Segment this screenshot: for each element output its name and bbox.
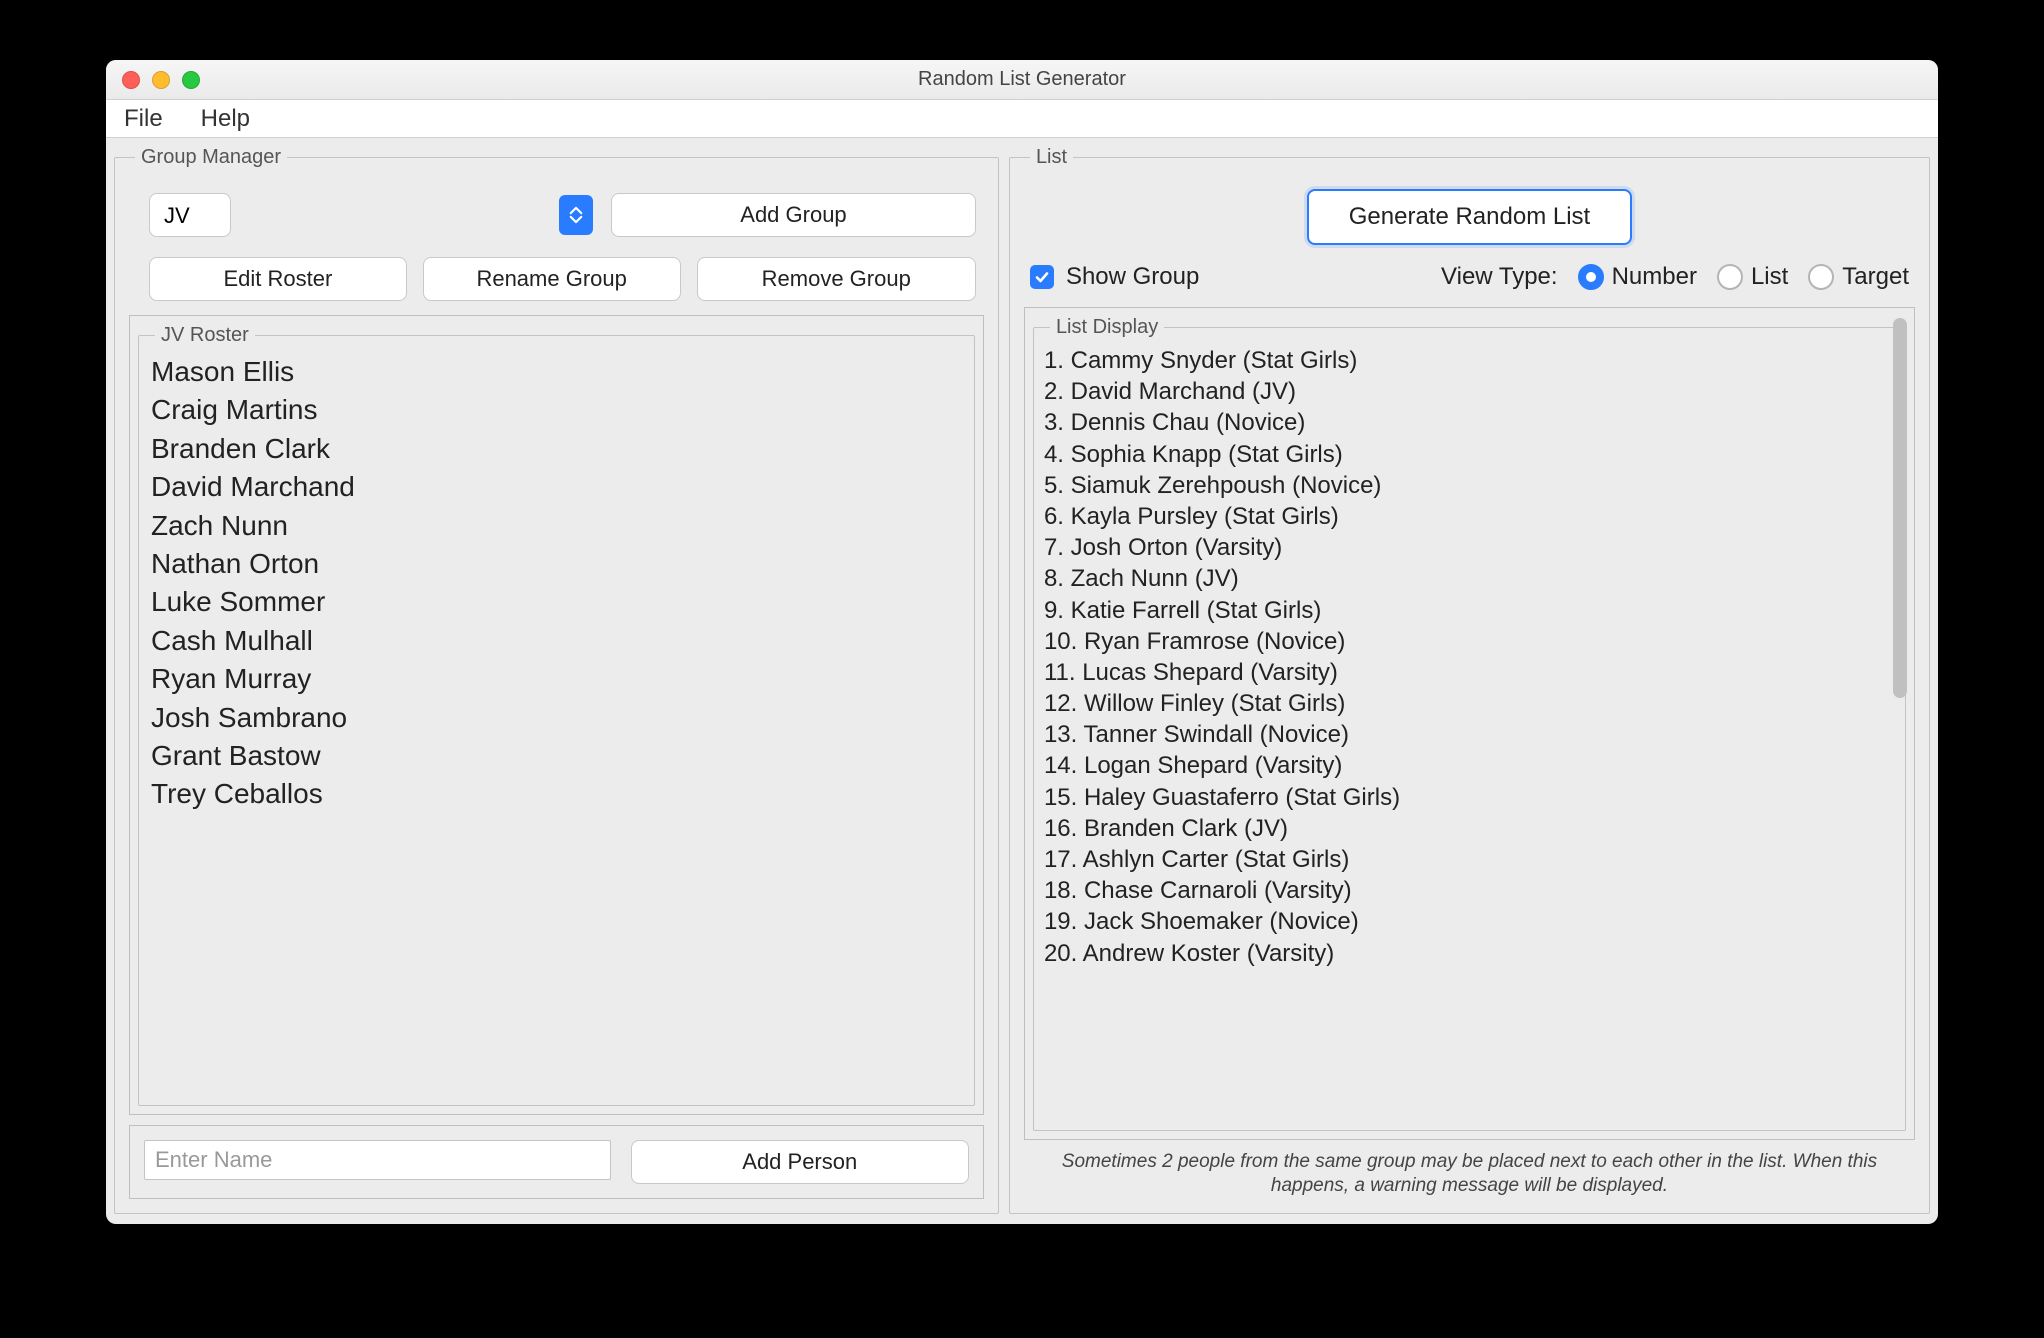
list-item: 1. Cammy Snyder (Stat Girls) [1044, 345, 1895, 376]
list-item: 17. Ashlyn Carter (Stat Girls) [1044, 844, 1895, 875]
add-group-button[interactable]: Add Group [611, 193, 976, 237]
view-type-target-label: Target [1842, 263, 1909, 291]
add-person-button[interactable]: Add Person [631, 1140, 969, 1184]
group-manager-legend: Group Manager [135, 146, 287, 169]
list-item: 3. Dennis Chau (Novice) [1044, 407, 1895, 438]
list-item: 18. Chase Carnaroli (Varsity) [1044, 875, 1895, 906]
generate-button[interactable]: Generate Random List [1307, 189, 1632, 245]
show-group-checkbox[interactable] [1030, 265, 1054, 289]
list-item: 4. Sophia Knapp (Stat Girls) [1044, 439, 1895, 470]
window-title: Random List Generator [106, 68, 1938, 91]
view-type-number[interactable]: Number [1578, 263, 1697, 291]
app-window: Random List Generator File Help Group Ma… [106, 60, 1938, 1224]
roster-item[interactable]: Zach Nunn [151, 507, 962, 545]
show-group-label: Show Group [1066, 263, 1199, 291]
titlebar: Random List Generator [106, 60, 1938, 100]
roster-item[interactable]: Grant Bastow [151, 737, 962, 775]
name-input[interactable] [144, 1140, 611, 1180]
options-row: Show Group View Type: Number List Target [1024, 263, 1915, 291]
close-icon[interactable] [122, 71, 140, 89]
content: Group Manager JV Add Group Edit Roster R… [106, 138, 1938, 1224]
list-item: 10. Ryan Framrose (Novice) [1044, 626, 1895, 657]
scrollbar-thumb[interactable] [1893, 318, 1907, 698]
view-type-target[interactable]: Target [1808, 263, 1909, 291]
roster-item[interactable]: Craig Martins [151, 391, 962, 429]
radio-icon [1578, 264, 1604, 290]
menu-help[interactable]: Help [193, 101, 258, 137]
list-item: 14. Logan Shepard (Varsity) [1044, 750, 1895, 781]
list-item: 15. Haley Guastaferro (Stat Girls) [1044, 782, 1895, 813]
radio-icon [1808, 264, 1834, 290]
roster-fieldset: JV Roster Mason EllisCraig MartinsBrande… [138, 324, 975, 1106]
roster-item[interactable]: David Marchand [151, 468, 962, 506]
list-item: 13. Tanner Swindall (Novice) [1044, 719, 1895, 750]
list-item: 9. Katie Farrell (Stat Girls) [1044, 595, 1895, 626]
footnote: Sometimes 2 people from the same group m… [1024, 1150, 1915, 1199]
view-type-list[interactable]: List [1717, 263, 1788, 291]
radio-icon [1717, 264, 1743, 290]
menu-file[interactable]: File [116, 101, 171, 137]
zoom-icon[interactable] [182, 71, 200, 89]
list-item: 11. Lucas Shepard (Varsity) [1044, 657, 1895, 688]
roster-item[interactable]: Nathan Orton [151, 545, 962, 583]
roster-item[interactable]: Josh Sambrano [151, 699, 962, 737]
group-select[interactable]: JV [149, 193, 231, 237]
remove-group-button[interactable]: Remove Group [697, 257, 976, 301]
list-item: 19. Jack Shoemaker (Novice) [1044, 906, 1895, 937]
menubar: File Help [106, 100, 1938, 138]
roster-container: JV Roster Mason EllisCraig MartinsBrande… [129, 315, 984, 1115]
scrollbar[interactable] [1890, 318, 1910, 1129]
list-display-container: List Display 1. Cammy Snyder (Stat Girls… [1024, 307, 1915, 1140]
list-item: 6. Kayla Pursley (Stat Girls) [1044, 501, 1895, 532]
list-item: 16. Branden Clark (JV) [1044, 813, 1895, 844]
list-item: 20. Andrew Koster (Varsity) [1044, 938, 1895, 969]
roster-item[interactable]: Ryan Murray [151, 660, 962, 698]
list-item: 8. Zach Nunn (JV) [1044, 563, 1895, 594]
edit-roster-button[interactable]: Edit Roster [149, 257, 407, 301]
roster-item[interactable]: Branden Clark [151, 430, 962, 468]
list-item: 2. David Marchand (JV) [1044, 376, 1895, 407]
roster-item[interactable]: Mason Ellis [151, 353, 962, 391]
view-type-list-label: List [1751, 263, 1788, 291]
roster-item[interactable]: Cash Mulhall [151, 622, 962, 660]
roster-item[interactable]: Trey Ceballos [151, 775, 962, 813]
roster-list: Mason EllisCraig MartinsBranden ClarkDav… [151, 353, 962, 814]
chevron-up-down-icon [559, 195, 593, 235]
add-person-row: Add Person [129, 1125, 984, 1199]
list-item: 12. Willow Finley (Stat Girls) [1044, 688, 1895, 719]
view-type-label: View Type: [1441, 263, 1558, 291]
rename-group-button[interactable]: Rename Group [423, 257, 681, 301]
list-panel-legend: List [1030, 146, 1073, 169]
minimize-icon[interactable] [152, 71, 170, 89]
roster-item[interactable]: Luke Sommer [151, 583, 962, 621]
list-item: 5. Siamuk Zerehpoush (Novice) [1044, 470, 1895, 501]
list-display-fieldset: List Display 1. Cammy Snyder (Stat Girls… [1033, 316, 1906, 1131]
roster-legend: JV Roster [155, 324, 255, 347]
list-panel: List Generate Random List Show Group Vie… [1009, 146, 1930, 1214]
group-manager-panel: Group Manager JV Add Group Edit Roster R… [114, 146, 999, 1214]
list-item: 7. Josh Orton (Varsity) [1044, 532, 1895, 563]
view-type-number-label: Number [1612, 263, 1697, 291]
list-display: 1. Cammy Snyder (Stat Girls)2. David Mar… [1044, 345, 1895, 969]
window-controls [106, 71, 200, 89]
list-display-legend: List Display [1050, 316, 1164, 339]
